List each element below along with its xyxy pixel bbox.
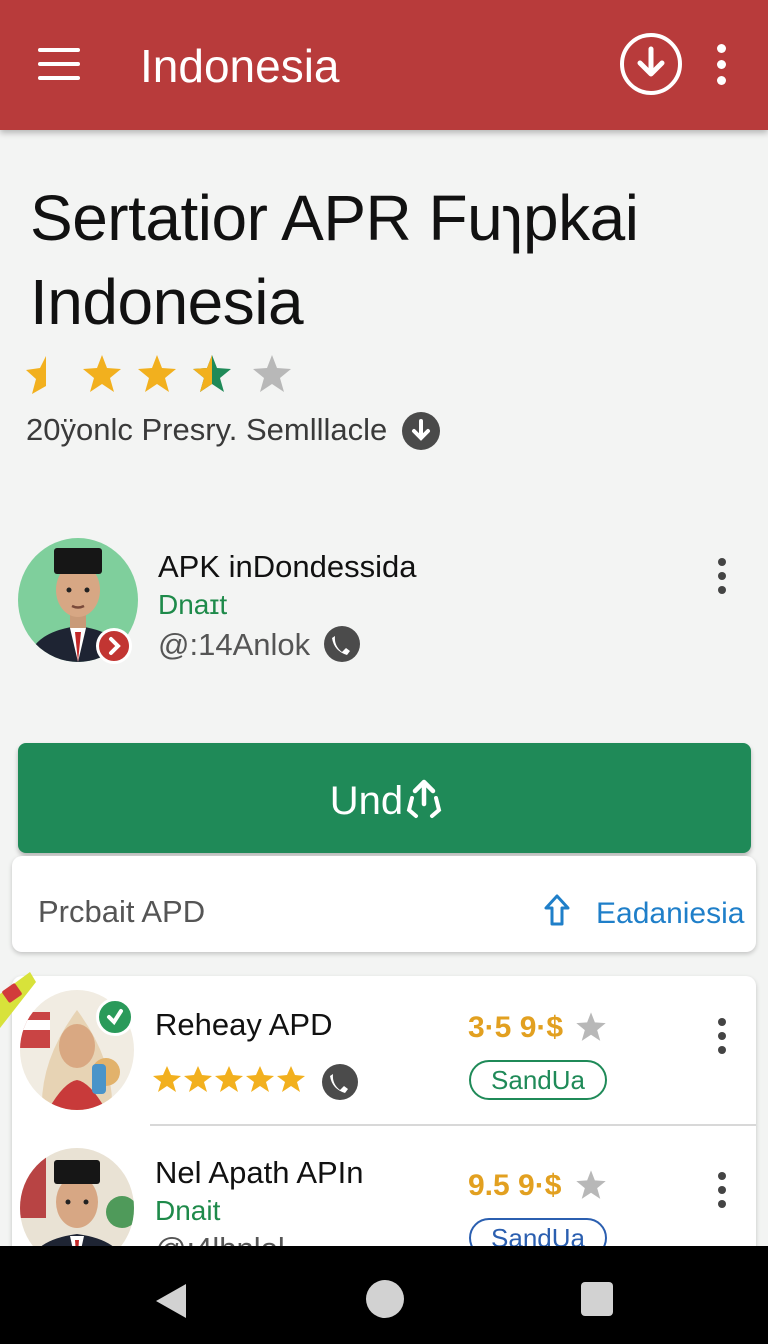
app-bar: Indonesia xyxy=(0,0,768,130)
developer-name[interactable]: APK inDondessida xyxy=(158,548,417,586)
star-empty-icon xyxy=(253,355,291,392)
list-item-more-icon[interactable] xyxy=(712,1172,732,1208)
list-item-action-button[interactable]: SandUa xyxy=(469,1060,607,1100)
star-empty-icon xyxy=(576,1170,606,1199)
check-badge-icon xyxy=(96,998,134,1036)
download-circle-icon[interactable] xyxy=(620,33,682,95)
star-icon xyxy=(83,355,121,392)
star-partial-icon xyxy=(26,356,46,394)
developer-handle: @:14Anlok xyxy=(158,627,311,662)
list-divider xyxy=(150,1124,756,1126)
app-bar-title: Indonesia xyxy=(140,40,340,92)
section-link[interactable]: Eadaniesia xyxy=(596,896,744,932)
primary-action-label: Und xyxy=(329,779,404,823)
developer-more-icon[interactable] xyxy=(712,558,732,594)
page-title: Sertatior APR Fuɿpkai Indonesia xyxy=(30,182,639,338)
phone-icon xyxy=(322,1064,358,1100)
star-empty-icon xyxy=(576,1012,606,1041)
list-item-title[interactable]: Reheay APD xyxy=(155,1006,333,1044)
developer-tag: Dnaɪt xyxy=(158,589,228,620)
list-item-stars xyxy=(152,1064,308,1096)
list-item-price: 9.5 9·$ xyxy=(468,1169,562,1202)
chevron-right-icon xyxy=(96,628,132,664)
section-header-card: Prcbait APD Eadaniesia xyxy=(12,856,756,952)
star-half-green-icon xyxy=(193,355,231,392)
recents-square-icon[interactable] xyxy=(581,1282,613,1316)
phone-icon xyxy=(324,626,360,662)
download-small-icon[interactable] xyxy=(402,412,440,450)
upload-icon xyxy=(406,779,442,818)
home-circle-icon[interactable] xyxy=(366,1280,404,1318)
back-triangle-icon[interactable] xyxy=(154,1282,190,1320)
primary-action-button[interactable]: Und xyxy=(18,743,751,853)
more-vertical-icon[interactable] xyxy=(710,44,734,86)
star-icon xyxy=(138,355,176,392)
list-item-title[interactable]: Nel Apath APIn xyxy=(155,1154,364,1192)
list-item-tag: Dnait xyxy=(155,1195,221,1226)
system-nav-bar xyxy=(0,1246,768,1344)
hamburger-menu-icon[interactable] xyxy=(36,44,84,84)
list-item-more-icon[interactable] xyxy=(712,1018,732,1054)
app-subtitle: 20ÿonlc Presry. Semlllacle xyxy=(26,412,388,447)
list-item-price: 3·5 9·$ xyxy=(468,1011,564,1044)
share-upload-icon[interactable] xyxy=(540,892,574,928)
section-title: Prcbait APD xyxy=(38,894,206,929)
